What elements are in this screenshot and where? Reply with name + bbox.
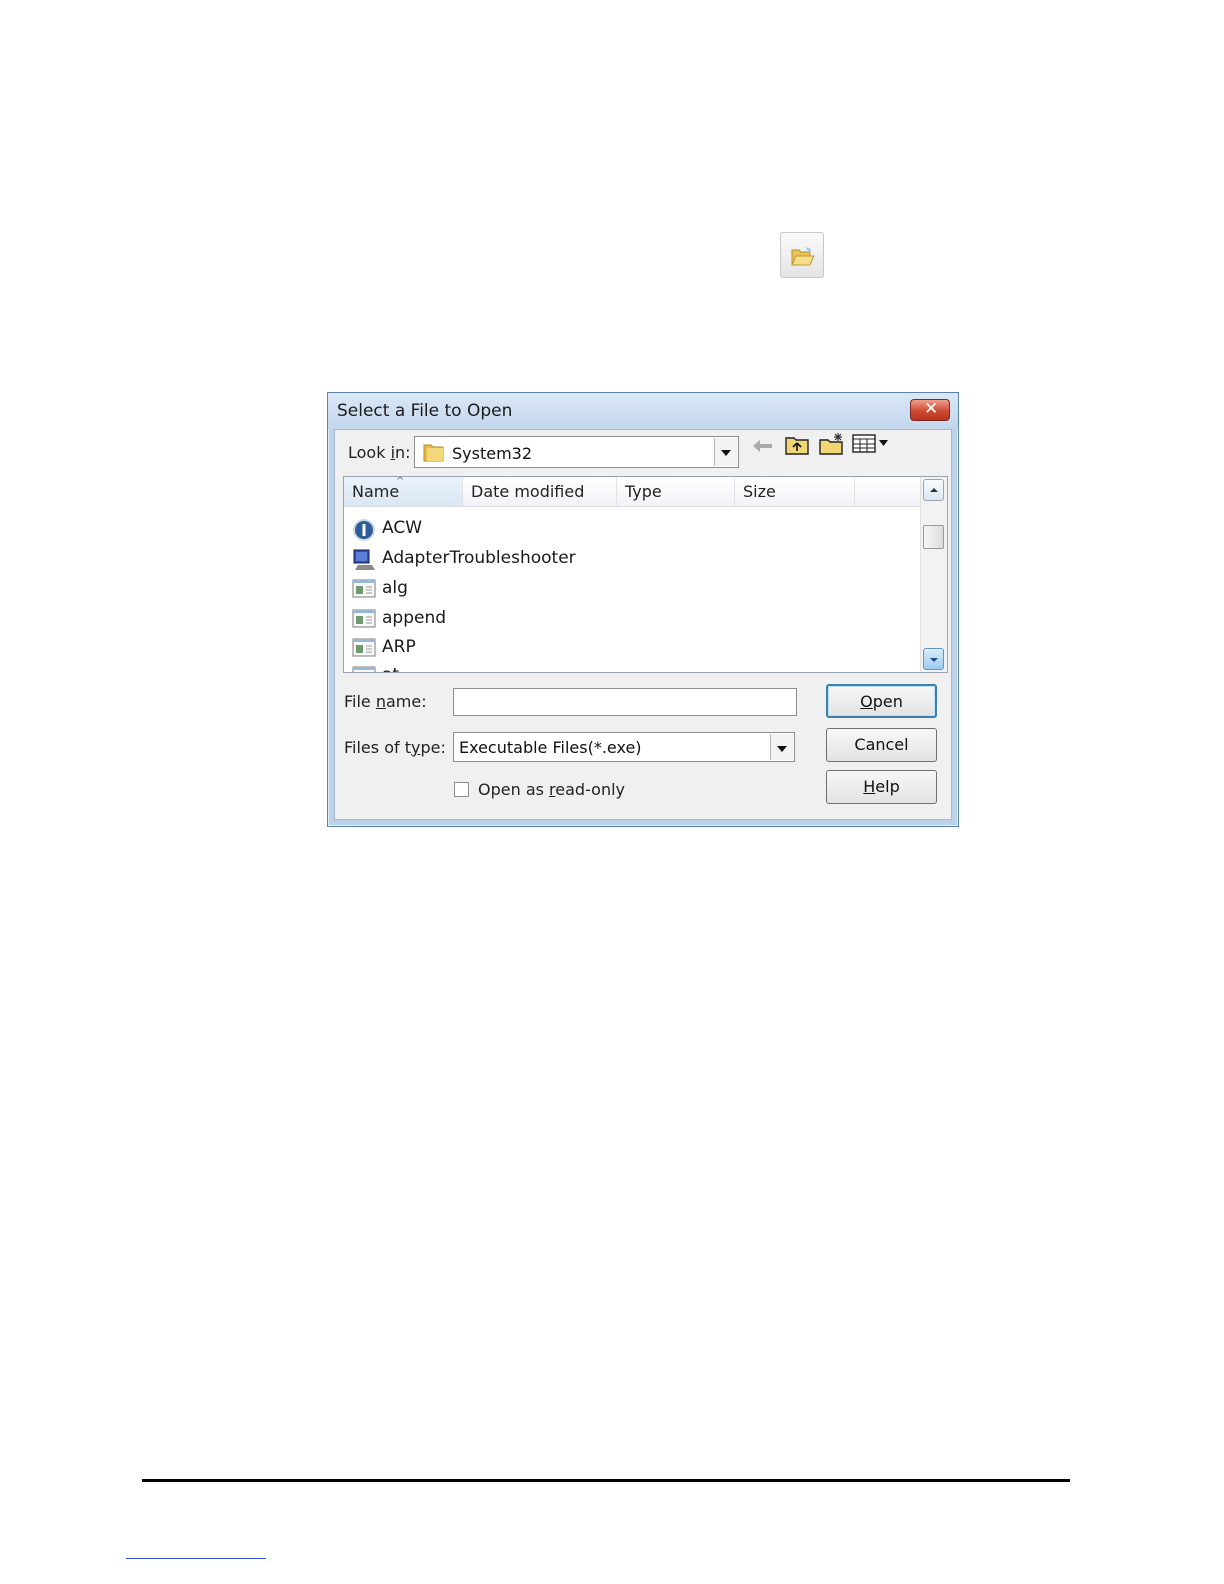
monitor-app-icon xyxy=(353,549,375,570)
files-of-type-dropdown[interactable]: Executable Files(*.exe) xyxy=(453,732,795,762)
view-menu-icon[interactable] xyxy=(852,434,892,454)
scroll-down-button[interactable] xyxy=(923,648,944,670)
open-button[interactable]: Open xyxy=(826,684,937,718)
read-only-label[interactable]: Open as read-only xyxy=(478,780,625,799)
title-bar[interactable]: Select a File to Open ✕ xyxy=(328,393,958,429)
look-in-value: System32 xyxy=(452,444,533,463)
new-folder-icon[interactable] xyxy=(818,432,846,456)
look-in-dropdown-arrow[interactable] xyxy=(714,438,737,466)
page-footer-rule xyxy=(142,1479,1070,1482)
info-app-icon xyxy=(353,519,375,541)
file-name-input[interactable] xyxy=(453,688,797,716)
open-folder-icon xyxy=(791,247,815,266)
exe-window-icon xyxy=(352,666,376,672)
footnote-rule xyxy=(126,1558,266,1559)
arrow-up-icon xyxy=(930,488,938,492)
open-file-toolbar-button[interactable] xyxy=(780,232,824,278)
exe-window-icon xyxy=(352,638,376,657)
scroll-up-button[interactable] xyxy=(923,479,944,501)
exe-window-icon xyxy=(352,609,376,628)
file-list-scrollbar[interactable] xyxy=(920,477,947,672)
close-button[interactable]: ✕ xyxy=(910,399,950,421)
files-of-type-value: Executable Files(*.exe) xyxy=(459,738,642,757)
up-folder-icon[interactable] xyxy=(784,434,810,456)
file-list[interactable]: ^ Name Date modified Type Size ACW Adapt… xyxy=(343,476,948,673)
read-only-checkbox[interactable] xyxy=(454,782,469,797)
close-icon: ✕ xyxy=(924,399,939,419)
column-header-date-modified[interactable]: Date modified xyxy=(463,477,617,506)
arrow-down-icon xyxy=(930,658,938,662)
look-in-label: Look in: xyxy=(348,443,411,462)
back-arrow-icon[interactable] xyxy=(752,438,774,454)
open-file-dialog: Select a File to Open ✕ Look in: System3… xyxy=(327,392,959,827)
exe-window-icon xyxy=(352,579,376,598)
dialog-body: Look in: System32 ^ Name Date modified T… xyxy=(334,429,952,820)
chevron-down-icon xyxy=(721,450,731,456)
dialog-title: Select a File to Open xyxy=(337,401,513,421)
help-button[interactable]: Help xyxy=(826,770,937,804)
file-list-header: ^ Name Date modified Type Size xyxy=(344,477,922,507)
scroll-thumb[interactable] xyxy=(923,525,944,549)
look-in-dropdown[interactable]: System32 xyxy=(414,436,739,468)
column-header-type[interactable]: Type xyxy=(617,477,735,506)
sort-ascending-icon: ^ xyxy=(396,476,405,487)
column-header-size[interactable]: Size xyxy=(735,477,855,506)
column-header-name[interactable]: ^ Name xyxy=(344,477,463,506)
chevron-down-icon xyxy=(777,746,787,752)
cancel-button[interactable]: Cancel xyxy=(826,728,937,762)
file-name-label: File name: xyxy=(344,692,427,711)
folder-icon xyxy=(423,444,444,462)
files-of-type-dropdown-arrow[interactable] xyxy=(770,734,793,760)
files-of-type-label: Files of type: xyxy=(344,738,446,757)
